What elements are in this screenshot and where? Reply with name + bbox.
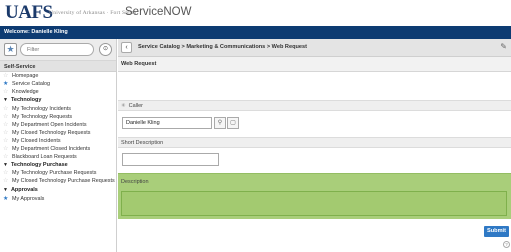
nav-section-approvals[interactable]: ▼ Approvals	[0, 186, 116, 195]
filter-input[interactable]	[20, 43, 94, 56]
search-icon[interactable]: ⚲	[214, 117, 226, 129]
caller-field[interactable]: Danielle Kling	[122, 117, 212, 129]
star-icon[interactable]: ☆	[3, 137, 11, 145]
nav-item-homepage[interactable]: ☆ Homepage	[0, 72, 116, 80]
star-icon[interactable]: ☆	[3, 121, 11, 129]
help-icon[interactable]: ?	[503, 241, 510, 248]
star-icon[interactable]: ☆	[3, 72, 11, 80]
nav-item-service-catalog[interactable]: ★ Service Catalog	[0, 80, 116, 88]
star-icon[interactable]: ☆	[3, 88, 11, 96]
logo-subtitle: University of Arkansas · Fort Smith	[49, 10, 137, 16]
main-content: ‹ Service Catalog > Marketing & Communic…	[118, 39, 511, 252]
breadcrumb: Service Catalog > Marketing & Communicat…	[138, 44, 307, 50]
star-icon[interactable]: ☆	[3, 145, 11, 153]
nav-item-knowledge[interactable]: ☆ Knowledge	[0, 88, 116, 96]
short-description-label: Short Description	[121, 140, 164, 146]
nav-item[interactable]: ☆ My Department Open Incidents	[0, 121, 116, 129]
short-description-field[interactable]	[122, 153, 219, 166]
nav-item[interactable]: ☆ My Department Closed Incidents	[0, 145, 116, 153]
nav-item[interactable]: ☆ My Closed Technology Requests	[0, 129, 116, 137]
favorites-star-icon[interactable]: ★	[4, 43, 17, 56]
nav-item-my-approvals[interactable]: ★ My Approvals	[0, 195, 116, 203]
star-icon[interactable]: ☆	[3, 129, 11, 137]
caller-label: Caller	[128, 103, 143, 109]
app-name: ServiceNOW	[125, 6, 192, 18]
star-icon[interactable]: ☆	[3, 105, 11, 113]
short-description-label-row: Short Description	[118, 137, 511, 148]
nav-item[interactable]: ☆ My Technology Incidents	[0, 105, 116, 113]
star-icon[interactable]: ☆	[3, 113, 11, 121]
filter-bar: ★ ⊙	[0, 39, 116, 61]
star-filled-icon[interactable]: ★	[3, 195, 11, 203]
description-label: Description	[121, 179, 149, 185]
submit-button[interactable]: Submit	[484, 226, 509, 237]
nav-item[interactable]: ☆ My Closed Technology Purchase Requests	[0, 178, 116, 186]
description-section: Description	[118, 173, 511, 219]
form-title: Web Request	[118, 57, 511, 72]
caret-down-icon: ▼	[3, 186, 8, 193]
star-icon[interactable]: ☆	[3, 170, 11, 178]
required-star-icon: ✳	[121, 103, 126, 109]
breadcrumb-bar: ‹ Service Catalog > Marketing & Communic…	[118, 39, 511, 57]
description-textarea[interactable]	[121, 191, 507, 216]
caller-label-row: ✳ Caller	[118, 100, 511, 111]
nav-section-technology-purchase[interactable]: ▼ Technology Purchase	[0, 161, 116, 170]
navigator-sidebar: ★ ⊙ Self-Service ☆Homepage ★Service Cata…	[0, 39, 117, 252]
filter-go-icon[interactable]: ⊙	[99, 43, 112, 56]
star-filled-icon[interactable]: ★	[3, 80, 11, 88]
back-button[interactable]: ‹	[121, 42, 132, 53]
nav-section-technology[interactable]: ▼ Technology	[0, 96, 116, 105]
nav-item[interactable]: ☆ Blackboard Loan Requests	[0, 153, 116, 161]
nav-item[interactable]: ☆ My Technology Purchase Requests	[0, 170, 116, 178]
reference-info-icon[interactable]: ▢	[227, 117, 239, 129]
paperclip-icon[interactable]: ✎	[500, 42, 507, 51]
caret-down-icon: ▼	[3, 97, 8, 103]
nav-item[interactable]: ☆ My Closed Incidents	[0, 137, 116, 145]
star-icon[interactable]: ☆	[3, 153, 11, 161]
star-icon[interactable]: ☆	[3, 178, 11, 186]
top-header: UAFS University of Arkansas · Fort Smith…	[0, 0, 511, 26]
self-service-header[interactable]: Self-Service	[0, 61, 116, 72]
welcome-bar: Welcome: Danielle Kling	[0, 26, 511, 39]
nav-item[interactable]: ☆ My Technology Requests	[0, 113, 116, 121]
caret-down-icon: ▼	[3, 162, 8, 168]
uafs-logo: UAFS	[5, 2, 53, 23]
